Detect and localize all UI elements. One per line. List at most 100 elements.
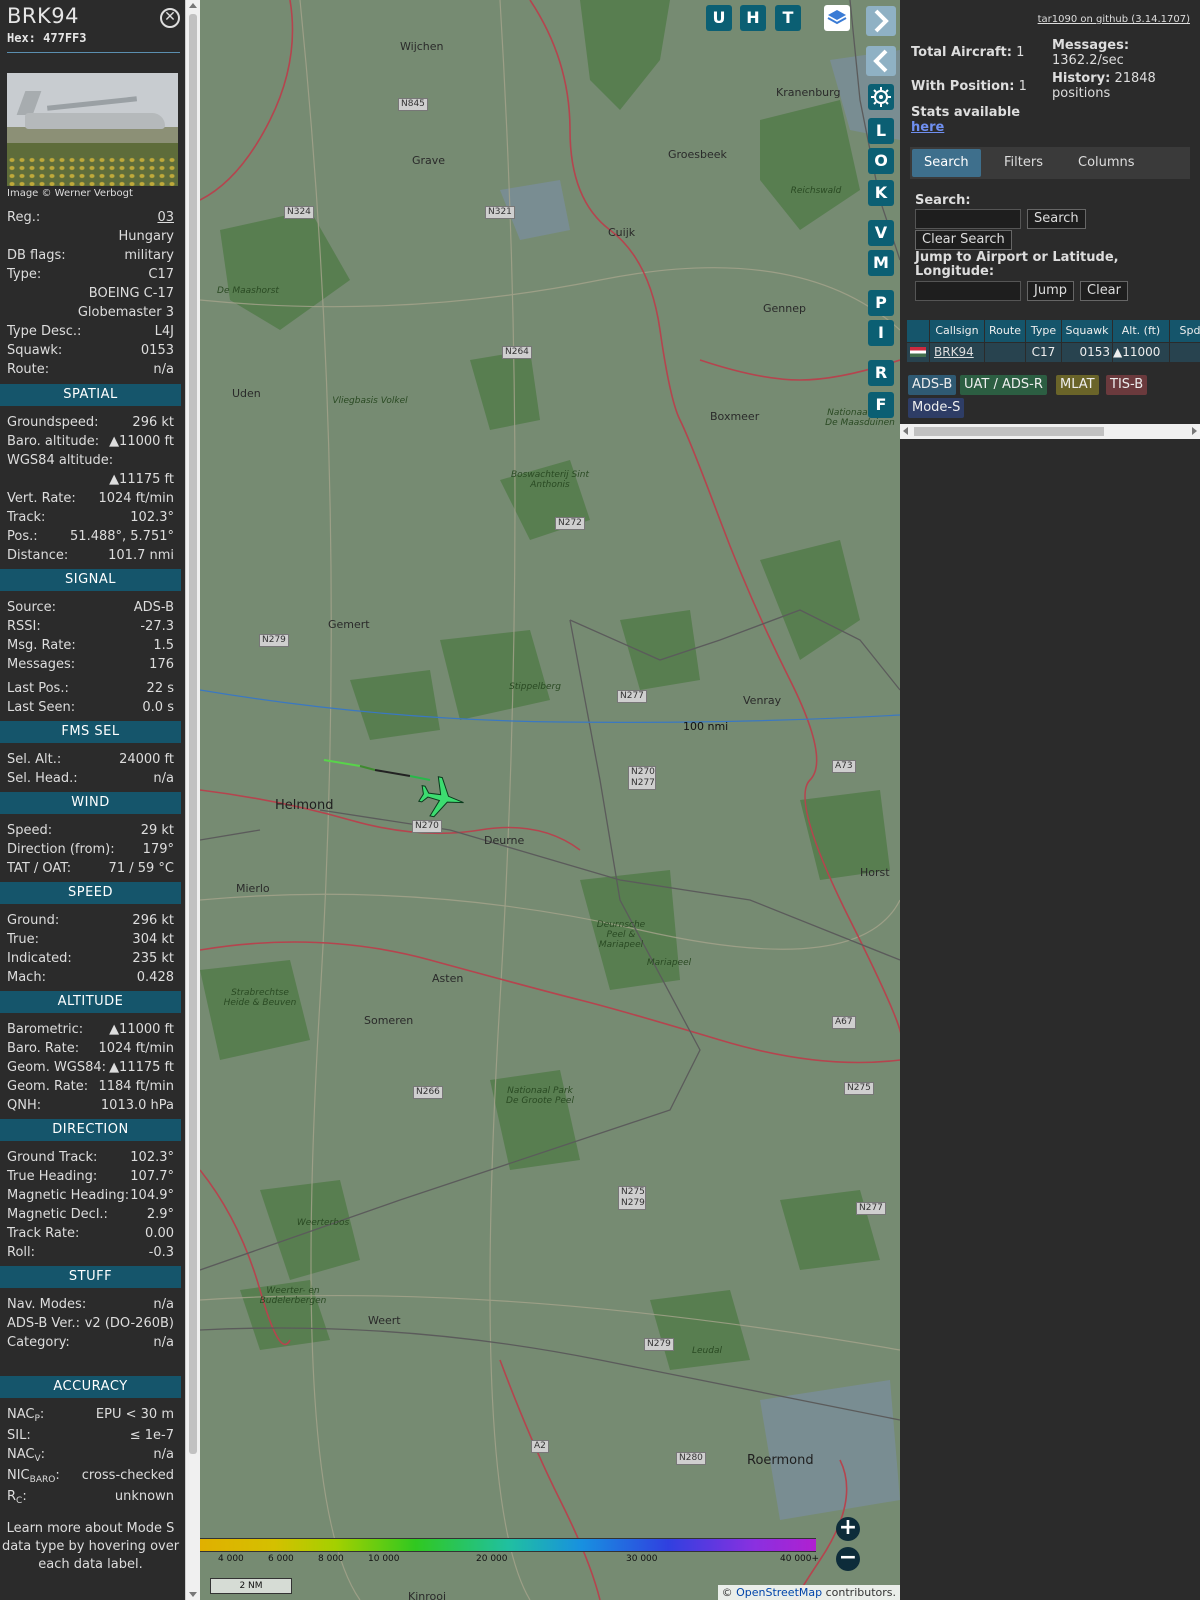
registration-link[interactable]: 03 (157, 210, 174, 225)
section-signal: SIGNAL (0, 569, 181, 591)
section-spatial: SPATIAL (0, 384, 181, 406)
messages-stat: Messages: 1362.2/sec (1052, 38, 1192, 68)
clear-button[interactable]: Clear (1080, 281, 1128, 301)
info-row-value: 104.9° (130, 1188, 174, 1203)
map-button-v[interactable]: V (868, 220, 894, 246)
map-button-u[interactable]: U (706, 5, 732, 31)
map-road-label: A73 (832, 760, 856, 773)
map-road-label: N275 (844, 1082, 874, 1095)
map-place-label: Kinrooi (408, 1590, 447, 1600)
info-row-value[interactable]: 03 (157, 208, 174, 227)
hex-label: Hex: (7, 31, 36, 45)
learn-more-text: Learn more about Mode S data type by hov… (1, 1521, 180, 1572)
info-row-label: Geom. WGS84: (7, 1060, 107, 1075)
map-place-label: Deurne (484, 834, 525, 847)
legend-uat-ads-r[interactable]: UAT / ADS-R (960, 375, 1047, 395)
altitude-color-legend (200, 1538, 816, 1552)
clear-search-button[interactable]: Clear Search (915, 230, 1012, 250)
map-place-label: Asten (432, 972, 464, 985)
map-road-label: N845 (398, 98, 428, 111)
info-row-label: Groundspeed: (7, 415, 99, 430)
gear-icon[interactable] (868, 84, 894, 110)
info-row-value: 1013.0 hPa (100, 1098, 174, 1113)
jump-input[interactable] (915, 281, 1021, 301)
map-button-h[interactable]: H (740, 5, 766, 31)
stats-link[interactable]: here (911, 120, 944, 135)
osm-link[interactable]: OpenStreetMap (736, 1586, 822, 1599)
github-link[interactable]: tar1090 on github (3.14.1707) (1038, 14, 1190, 25)
search-button[interactable]: Search (1027, 209, 1086, 229)
legend-mlat[interactable]: MLAT (1056, 375, 1099, 395)
search-input[interactable] (915, 209, 1021, 229)
info-row: Geom. WGS84: ▲11175 ft (0, 1058, 181, 1077)
map-button-i[interactable]: I (868, 320, 894, 346)
tab-columns[interactable]: Columns (1066, 149, 1147, 177)
table-horizontal-scrollbar[interactable] (900, 424, 1200, 439)
map-button-k[interactable]: K (868, 180, 894, 206)
map-button-p[interactable]: P (868, 290, 894, 316)
map-button-r[interactable]: R (868, 360, 894, 386)
info-row-label-sub: V (34, 1454, 41, 1464)
col-speed[interactable]: Spd (1170, 320, 1200, 342)
col-altitude[interactable]: Alt. (ft) (1113, 320, 1169, 342)
info-row: WGS84 altitude: (0, 451, 181, 470)
info-row-label: Distance: (7, 548, 69, 563)
map-button-t[interactable]: T (775, 5, 801, 31)
info-row-label: RC: (7, 1489, 27, 1506)
row-route (985, 343, 1025, 362)
info-row-label: Magnetic Decl.: (7, 1207, 108, 1222)
info-row: Sel. Alt.: 24000 ft (0, 750, 181, 769)
row-callsign-link[interactable]: BRK94 (934, 345, 974, 359)
map-area-label: Strabrechtse Heide & Beuven (223, 988, 297, 1008)
map-area-label: Leudal (692, 1346, 722, 1356)
layers-icon[interactable] (824, 5, 850, 31)
row-callsign[interactable]: BRK94 (930, 343, 984, 362)
aircraft-photo[interactable] (7, 73, 178, 186)
info-row: Magnetic Decl.: 2.9° (0, 1205, 181, 1224)
legend-ads-b[interactable]: ADS-B (908, 375, 957, 395)
map[interactable]: Wijchen Kranenburg Groesbeek Grave Cuijk Genn… (200, 0, 900, 1600)
row-flag (907, 343, 929, 362)
col-flag[interactable] (907, 320, 929, 342)
tab-search[interactable]: Search (912, 149, 981, 177)
info-row-label: Vert. Rate: (7, 491, 76, 506)
info-row-value: ≤ 1e-7 (129, 1428, 174, 1443)
chevron-right-icon[interactable] (866, 6, 896, 36)
hungary-flag-icon (910, 347, 926, 357)
map-button-f[interactable]: F (868, 392, 894, 418)
close-icon[interactable]: ✕ (160, 8, 180, 28)
info-row-label: True Heading: (7, 1169, 98, 1184)
info-panel-scrollbar[interactable] (185, 0, 200, 1600)
info-row-value: n/a (153, 1297, 174, 1312)
info-row-label: Track: (7, 510, 46, 525)
map-button-m[interactable]: M (868, 250, 894, 276)
row-speed (1170, 343, 1200, 362)
detail-sections: SPATIAL Groundspeed: 296 kt Baro. altitude:… (0, 380, 181, 1508)
jump-button[interactable]: Jump (1027, 281, 1074, 301)
info-row: Speed: 29 kt (0, 821, 181, 840)
zoom-out-button[interactable]: − (836, 1547, 860, 1571)
col-callsign[interactable]: Callsign (930, 320, 984, 342)
info-row: Hungary (0, 227, 181, 246)
info-row: Mach: 0.428 (0, 968, 181, 987)
info-row-label: Last Seen: (7, 700, 76, 715)
attribution-suffix: contributors. (825, 1586, 896, 1599)
info-row: Squawk: 0153 (0, 341, 181, 360)
legend-tis-b[interactable]: TIS-B (1106, 375, 1148, 395)
col-route[interactable]: Route (985, 320, 1025, 342)
chevron-left-icon[interactable] (866, 46, 896, 76)
map-button-l[interactable]: L (868, 118, 894, 144)
tab-filters[interactable]: Filters (992, 149, 1055, 177)
altitude-legend-label: 40 000+ (780, 1554, 820, 1564)
info-row: Distance: 101.7 nmi (0, 546, 181, 565)
map-button-o[interactable]: O (868, 148, 894, 174)
col-type[interactable]: Type (1026, 320, 1061, 342)
jump-label: Jump to Airport or Latitude, Longitude: (915, 250, 1119, 279)
info-row: RSSI: -27.3 (0, 617, 181, 636)
col-squawk[interactable]: Squawk (1062, 320, 1112, 342)
map-area-label: Nationaal Park De Groote Peel (506, 1086, 574, 1106)
zoom-in-button[interactable]: + (836, 1517, 860, 1541)
legend-mode-s[interactable]: Mode-S (908, 398, 965, 418)
info-row-label: Baro. altitude: (7, 434, 100, 449)
info-row-value: BOEING C-17 (88, 286, 174, 301)
